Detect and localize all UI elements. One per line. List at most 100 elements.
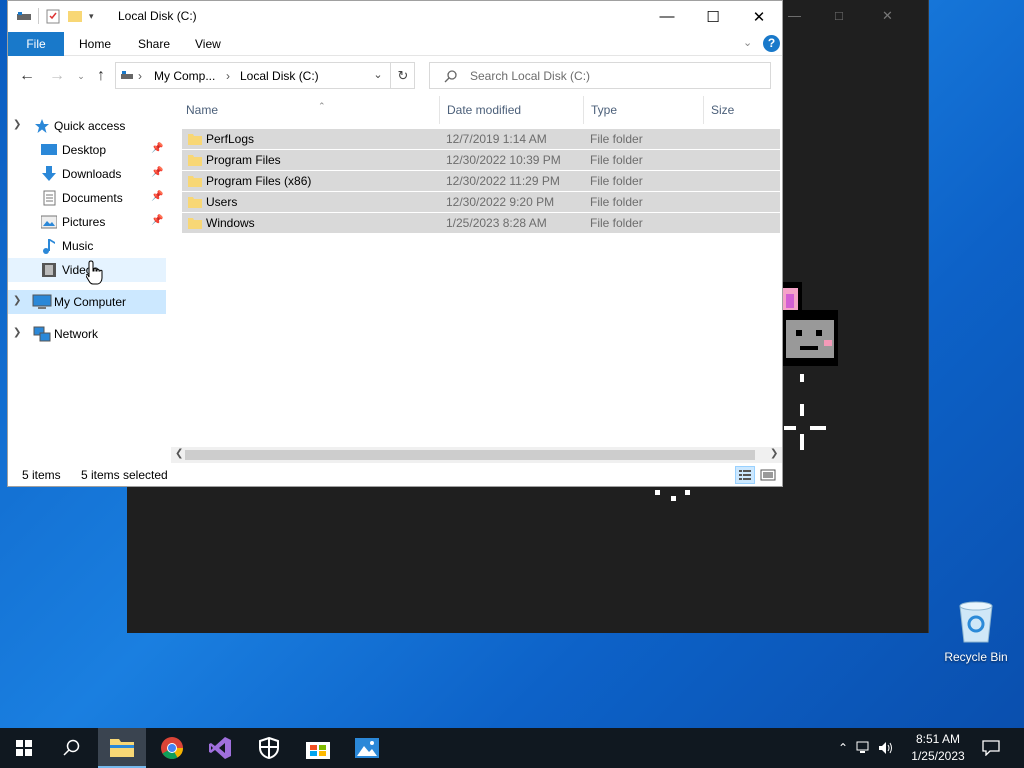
sidebar-item-downloads[interactable]: Downloads 📌 [8,162,166,186]
taskbar-visual-studio[interactable] [196,728,244,768]
customize-toolbar-icon[interactable]: ▾ [89,11,94,22]
volume-icon[interactable] [878,741,894,755]
breadcrumb-local-disk[interactable]: Local Disk (C:) [240,69,319,83]
up-button[interactable]: ↑ [90,66,112,86]
taskbar-windows-security[interactable] [245,728,293,768]
folder-icon [188,176,202,187]
scroll-right-icon[interactable]: ❯ [770,448,778,459]
downloads-icon [42,166,56,181]
sidebar-item-pictures[interactable]: Pictures 📌 [8,210,166,234]
sidebar-item-documents[interactable]: Documents 📌 [8,186,166,210]
properties-icon[interactable] [45,8,61,24]
folder-icon [188,218,202,229]
notification-icon [982,740,1000,756]
taskbar-photos[interactable] [343,728,391,768]
close-button[interactable]: ✕ [736,1,782,32]
chevron-down-icon[interactable]: ❯ [13,119,21,130]
scrollbar-thumb[interactable] [185,450,755,460]
recycle-bin[interactable]: Recycle Bin [940,600,1012,664]
horizontal-scrollbar[interactable]: ❮ ❯ [171,447,782,463]
maximize-icon[interactable]: □ [835,8,843,23]
tab-view[interactable]: View [183,32,233,56]
clock[interactable]: 8:51 AM 1/25/2023 [902,731,974,765]
pin-icon[interactable]: 📌 [151,215,163,226]
pin-icon[interactable]: 📌 [151,191,163,202]
sort-ascending-icon: ⌃ [318,101,326,111]
action-center-button[interactable] [968,728,1014,768]
search-button[interactable] [48,728,96,768]
pictures-icon [41,215,57,229]
pin-icon[interactable]: 📌 [151,143,163,154]
chevron-right-icon[interactable]: ❯ [13,327,21,338]
nyan-cat-icon [782,282,838,382]
maximize-button[interactable]: ☐ [690,1,736,32]
show-hidden-icons-icon[interactable]: ⌃ [838,741,848,755]
close-icon[interactable]: ✕ [882,8,893,24]
selection-count: 5 items selected [81,468,168,482]
search-input[interactable]: Search Local Disk (C:) [470,69,590,83]
address-dropdown-icon[interactable]: ⌄ [366,63,390,88]
pin-icon[interactable]: 📌 [151,167,163,178]
chrome-icon [161,737,183,759]
nav-quick-access[interactable]: ❯ Quick access [8,114,166,138]
music-icon [43,239,55,254]
photos-icon [355,738,379,758]
tab-file[interactable]: File [8,32,64,56]
search-icon [444,70,457,83]
hand-cursor-icon [86,260,103,285]
address-bar[interactable]: › My Comp... › Local Disk (C:) ⌄ ↻ [115,62,415,89]
quick-access-toolbar: ▾ [16,8,94,24]
sidebar-item-my-computer[interactable]: ❯ My Computer [8,290,166,314]
chevron-right-icon[interactable]: ❯ [13,295,21,306]
taskbar-chrome[interactable] [148,728,196,768]
column-header-name[interactable]: Name ⌃ [182,96,440,124]
table-row[interactable]: Users 12/30/2022 9:20 PM File folder [182,192,780,213]
minimize-button[interactable]: — [644,1,690,32]
forward-button[interactable]: → [46,66,68,86]
taskbar-store[interactable] [294,728,342,768]
tab-share[interactable]: Share [126,32,182,56]
folder-icon [188,134,202,145]
table-row[interactable]: PerfLogs 12/7/2019 1:14 AM File folder [182,129,780,150]
expand-ribbon-icon[interactable]: ⌄ [743,36,752,49]
column-header-size[interactable]: Size [707,96,777,124]
table-row[interactable]: Program Files (x86) 12/30/2022 11:29 PM … [182,171,780,192]
new-folder-icon[interactable] [67,8,83,24]
documents-icon [43,190,56,206]
sidebar-item-network[interactable]: ❯ Network [8,322,166,346]
column-header-date[interactable]: Date modified [443,96,584,124]
file-explorer-window[interactable]: ▾ Local Disk (C:) — ☐ ✕ File Home Share … [7,0,783,487]
drive-icon[interactable] [16,8,32,24]
title-bar[interactable]: ▾ Local Disk (C:) — ☐ ✕ [8,1,782,32]
column-header-type[interactable]: Type [587,96,704,124]
sidebar-item-desktop[interactable]: Desktop 📌 [8,138,166,162]
details-view-button[interactable] [735,466,755,484]
clock-time: 8:51 AM [915,732,961,746]
computer-icon [32,294,52,309]
help-icon[interactable]: ? [763,35,780,52]
tab-home[interactable]: Home [67,32,123,56]
network-icon [33,326,51,342]
minimize-icon[interactable]: — [788,8,801,23]
recent-locations-icon[interactable]: ⌄ [70,66,92,86]
table-row[interactable]: Program Files 12/30/2022 10:39 PM File f… [182,150,780,171]
details-view-icon [739,470,751,480]
back-button[interactable]: ← [16,66,38,86]
star-icon [35,119,49,133]
store-icon [306,742,330,759]
status-bar: 5 items 5 items selected [8,464,782,486]
network-status-icon[interactable] [856,741,872,755]
security-icon [259,737,279,759]
scroll-left-icon[interactable]: ❮ [175,448,183,459]
large-icons-view-icon [760,469,776,481]
start-button[interactable] [0,728,48,768]
file-list[interactable]: Name ⌃ Date modified Type Size PerfLogs … [168,96,782,446]
sidebar-item-music[interactable]: Music [8,234,166,258]
large-icons-view-button[interactable] [758,466,778,484]
refresh-button[interactable]: ↻ [390,63,415,88]
taskbar-file-explorer[interactable] [98,728,146,768]
search-box[interactable]: Search Local Disk (C:) [429,62,771,89]
table-row[interactable]: Windows 1/25/2023 8:28 AM File folder [182,213,780,234]
sparkle-icon [784,404,826,450]
breadcrumb-my-computer[interactable]: My Comp... [154,69,215,83]
